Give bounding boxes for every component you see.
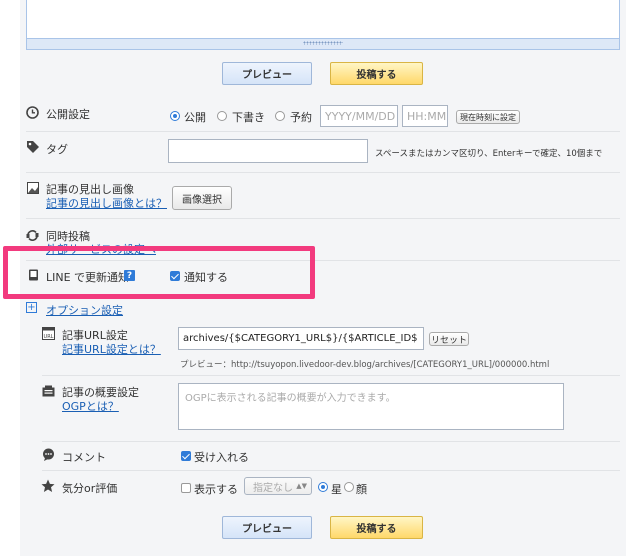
select-arrows-icon: ▲▼ (296, 482, 307, 490)
options-link[interactable]: オプション設定 (46, 302, 123, 318)
divider (26, 218, 620, 219)
clock-icon (26, 106, 39, 119)
summary-icon (42, 385, 55, 397)
svg-text:URL: URL (44, 334, 54, 340)
heading-image-help-link[interactable]: 記事の見出し画像とは？ (46, 195, 167, 211)
url-reset-button[interactable]: リセット (429, 332, 469, 346)
comment-accept-label: 受け入れる (194, 451, 249, 464)
rating-show-checkbox[interactable] (181, 483, 191, 493)
url-icon: URL (42, 327, 55, 340)
summary-textarea[interactable]: OGPに表示される記事の概要が入力できます。 (178, 383, 564, 430)
time-input[interactable]: HH:MM (402, 105, 448, 127)
publish-label: 公開設定 (46, 108, 90, 121)
rating-label: 気分or評価 (62, 482, 118, 495)
comment-icon (43, 448, 54, 461)
highlight-box (3, 246, 315, 299)
radio-public-label: 公開 (184, 111, 206, 124)
image-icon (27, 182, 39, 194)
rating-select-value: 指定なし (253, 482, 293, 494)
editor-resize-handle[interactable] (27, 38, 619, 49)
radio-star[interactable] (318, 482, 328, 492)
preview-button-bottom[interactable]: プレビュー (222, 516, 312, 539)
url-preview-text: プレビュー：http://tsuyopon.livedoor-dev.blog/… (180, 360, 550, 370)
select-image-button[interactable]: 画像選択 (172, 186, 232, 210)
rating-select[interactable]: 指定なし ▲▼ (244, 477, 312, 495)
tag-input[interactable] (168, 139, 368, 163)
date-input[interactable]: YYYY/MM/DD (320, 105, 398, 127)
tag-icon (27, 141, 39, 153)
star-icon (41, 479, 55, 492)
post-button-bottom[interactable]: 投稿する (330, 516, 423, 539)
divider (42, 470, 620, 471)
post-button-top[interactable]: 投稿する (330, 62, 423, 85)
radio-face-label: 顔 (356, 483, 367, 496)
radio-draft[interactable] (217, 111, 227, 121)
comment-accept-checkbox[interactable] (181, 451, 191, 461)
divider (26, 131, 620, 132)
radio-face[interactable] (344, 482, 354, 492)
sync-icon (26, 230, 39, 241)
preview-button-top[interactable]: プレビュー (222, 62, 312, 85)
radio-scheduled-label: 予約 (290, 111, 312, 124)
radio-scheduled[interactable] (275, 111, 285, 121)
options-expand-icon[interactable]: + (26, 302, 37, 313)
divider (42, 441, 620, 442)
divider (26, 172, 620, 173)
radio-draft-label: 下書き (232, 111, 265, 124)
radio-star-label: 星 (331, 483, 342, 496)
radio-public[interactable] (170, 111, 180, 121)
divider (42, 375, 620, 376)
editor-area[interactable] (26, 0, 620, 50)
tag-hint: スペースまたはカンマ区切り、Enterキーで確定、10個まで (375, 149, 603, 159)
article-url-input[interactable]: archives/{$CATEGORY1_URL$}/{$ARTICLE_ID$ (178, 327, 424, 350)
comment-label: コメント (62, 451, 106, 464)
tag-label: タグ (46, 143, 68, 156)
set-current-time-button[interactable]: 現在時刻に設定 (456, 110, 520, 124)
ogp-help-link[interactable]: OGPとは？ (62, 398, 119, 414)
rating-show-label: 表示する (194, 483, 238, 496)
article-url-help-link[interactable]: 記事URL設定とは？ (62, 341, 161, 357)
